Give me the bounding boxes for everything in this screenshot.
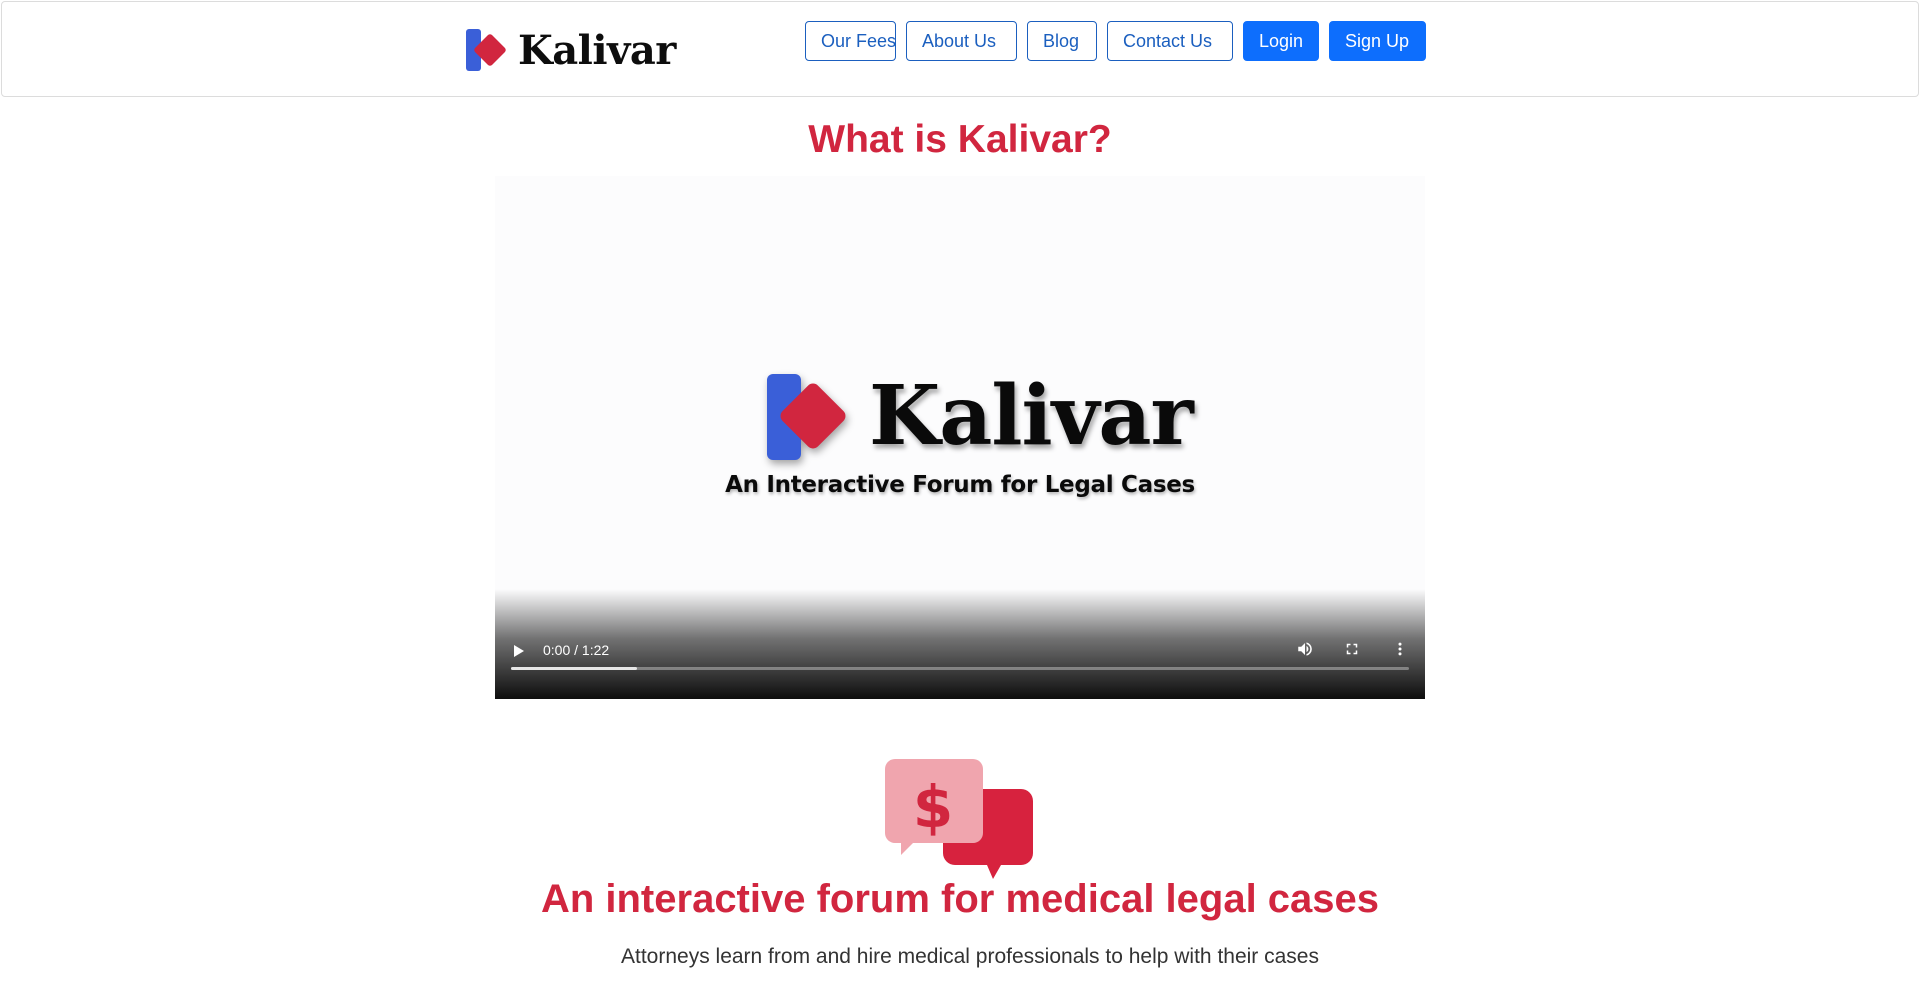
video-heading: What is Kalivar? [808, 118, 1112, 161]
kalivar-logo-icon [466, 29, 506, 71]
video-controls: 0:00 / 1:22 [495, 589, 1425, 699]
site-header: Kalivar Our Fees About Us Blog Contact U… [1, 1, 1919, 97]
svg-text:$: $ [913, 773, 953, 841]
our-fees-button[interactable]: Our Fees [805, 21, 896, 61]
play-icon[interactable] [514, 645, 524, 657]
contact-us-button[interactable]: Contact Us [1107, 21, 1233, 61]
video-brand-name: Kalivar [869, 368, 1194, 464]
about-us-button[interactable]: About Us [906, 21, 1017, 61]
video-buffered-fill [511, 667, 637, 670]
kalivar-logo-icon [767, 374, 846, 460]
blog-button[interactable]: Blog [1027, 21, 1097, 61]
video-brand-logo: Kalivar [763, 368, 1194, 464]
more-options-icon[interactable] [1391, 640, 1409, 658]
video-tagline: An Interactive Forum for Legal Cases [725, 472, 1195, 498]
login-button[interactable]: Login [1243, 21, 1319, 61]
intro-video[interactable]: Kalivar An Interactive Forum for Legal C… [495, 176, 1425, 699]
video-progress-bar[interactable] [511, 667, 1409, 670]
feature-description: Attorneys learn from and hire medical pr… [620, 945, 1319, 968]
fullscreen-icon[interactable] [1343, 640, 1361, 658]
brand-logo[interactable]: Kalivar [465, 26, 676, 74]
top-nav: Our Fees About Us Blog Contact Us Login … [805, 21, 1426, 61]
money-chat-icon: $ [885, 759, 1033, 879]
brand-name: Kalivar [518, 26, 676, 74]
sign-up-button[interactable]: Sign Up [1329, 21, 1426, 61]
volume-icon[interactable] [1296, 640, 1314, 658]
video-time: 0:00 / 1:22 [543, 642, 610, 658]
feature-heading: An interactive forum for medical legal c… [540, 877, 1380, 921]
